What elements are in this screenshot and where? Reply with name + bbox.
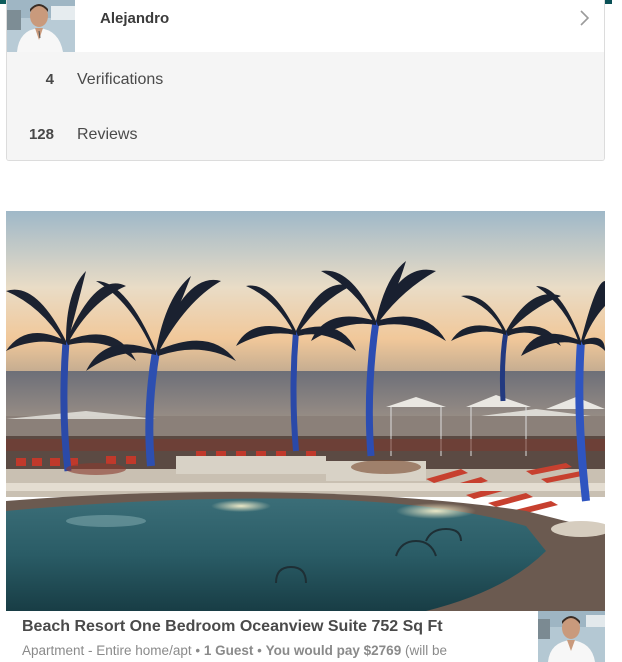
host-name[interactable]: Alejandro [100, 10, 169, 27]
reviews-label: Reviews [77, 126, 138, 143]
host-avatar[interactable] [7, 0, 75, 52]
listing-info: Beach Resort One Bedroom Oceanview Suite… [6, 611, 605, 662]
meta-separator: • [257, 643, 262, 658]
verifications-label: Verifications [77, 71, 164, 88]
reviews-count: 128 [28, 126, 54, 143]
listing-type: Apartment - Entire home/apt [22, 643, 192, 658]
stat-row-reviews[interactable]: 128 Reviews [7, 107, 604, 160]
meta-separator: • [195, 643, 201, 658]
listing-title[interactable]: Beach Resort One Bedroom Oceanview Suite… [22, 618, 443, 636]
chevron-right-icon[interactable] [578, 9, 592, 27]
listing-host-avatar[interactable] [538, 611, 605, 662]
listing-meta: Apartment - Entire home/apt • 1 Guest • … [22, 643, 447, 658]
listing-price: You would pay $2769 [265, 643, 402, 658]
listing-price-note: (will be [404, 643, 447, 658]
listing-photo[interactable] [6, 211, 605, 611]
page-right-margin [612, 0, 622, 662]
host-profile-card: Alejandro 4 Verifications 128 Reviews [6, 0, 605, 161]
listing-card[interactable]: Beach Resort One Bedroom Oceanview Suite… [6, 211, 605, 662]
verifications-count: 4 [45, 71, 54, 88]
listing-guests: 1 Guest [203, 643, 254, 658]
stat-row-verifications[interactable]: 4 Verifications [7, 52, 604, 108]
host-profile-link[interactable]: Alejandro [7, 0, 604, 53]
